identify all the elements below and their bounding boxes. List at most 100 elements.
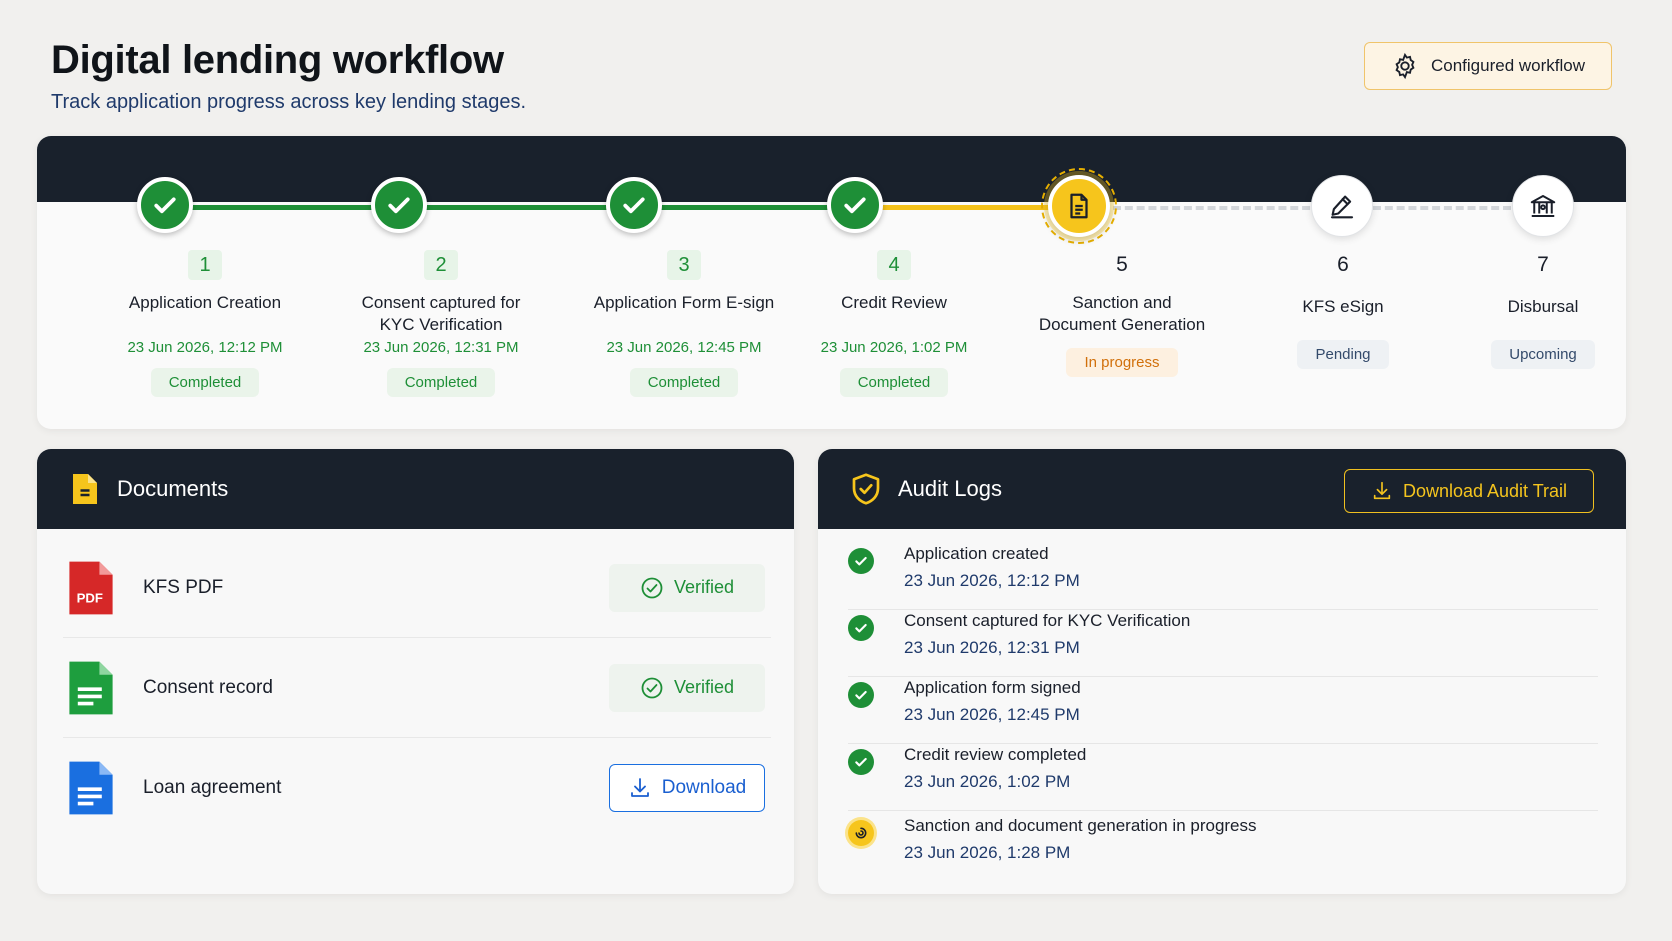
step-title: Application Creation <box>128 293 282 312</box>
document-name: Consent record <box>143 676 273 698</box>
log-title: Application created <box>904 544 1049 563</box>
step-7-node[interactable] <box>1512 175 1574 237</box>
documents-header: Documents <box>37 449 794 529</box>
step-title: Credit Review <box>841 293 947 312</box>
check-icon <box>855 556 867 566</box>
step-number: 3 <box>667 250 701 280</box>
step-number: 2 <box>424 250 458 280</box>
step-6-node[interactable] <box>1311 175 1373 237</box>
audit-log-item: Application created 23 Jun 2026, 12:12 P… <box>848 544 1598 610</box>
step-title: Consent captured for KYC Verification <box>361 293 521 334</box>
status-badge: Pending <box>1297 340 1389 369</box>
document-row-kfs-pdf: PDF KFS PDF Verified <box>63 538 771 638</box>
documents-title: Documents <box>117 476 229 501</box>
check-icon <box>154 197 176 214</box>
track-completed <box>165 205 855 210</box>
document-folder-icon <box>73 474 97 504</box>
pen-sign-icon <box>1330 195 1354 219</box>
log-status-dot <box>848 615 874 641</box>
check-icon <box>855 690 867 700</box>
status-badge: Upcoming <box>1491 340 1595 369</box>
audit-log-item: Application form signed 23 Jun 2026, 12:… <box>848 678 1598 744</box>
step-1-node[interactable] <box>137 177 193 233</box>
audit-log-item: Credit review completed 23 Jun 2026, 1:0… <box>848 745 1598 811</box>
configured-workflow-label: Configured workflow <box>1430 56 1585 75</box>
spinner-icon <box>855 827 867 839</box>
download-audit-trail-label: Download Audit Trail <box>1402 480 1568 501</box>
step-number: 1 <box>188 250 222 280</box>
step-title: Sanction and Document Generation <box>1038 293 1206 334</box>
check-circle-icon <box>641 677 663 698</box>
log-status-dot <box>848 820 874 846</box>
gear-icon <box>1395 52 1415 80</box>
doc-file-icon <box>69 761 113 815</box>
status-badge: Completed <box>629 368 739 397</box>
audit-log-item: Sanction and document generation in prog… <box>848 816 1598 882</box>
verified-label: Verified <box>673 677 735 697</box>
shield-check-icon <box>852 473 880 505</box>
check-icon <box>855 757 867 767</box>
check-icon <box>844 197 866 214</box>
documents-panel: Documents PDF KFS PDF Verified Consent r… <box>37 449 794 894</box>
step-1: 1 Application Creation 23 Jun 2026, 12:1… <box>105 250 305 397</box>
log-title: Sanction and document generation in prog… <box>904 816 1257 835</box>
page-title: Digital lending workflow <box>51 38 504 82</box>
step-7: 7 Disbursal Upcoming <box>1443 250 1626 369</box>
log-status-dot <box>848 682 874 708</box>
download-loan-agreement-button[interactable]: Download <box>609 764 765 812</box>
document-row-consent-record: Consent record Verified <box>63 638 771 738</box>
audit-logs-title: Audit Logs <box>898 476 1002 501</box>
verified-label: Verified <box>673 577 735 597</box>
audit-logs-panel: Audit Logs Download Audit Trail Applicat… <box>818 449 1626 894</box>
document-icon <box>1070 193 1088 219</box>
step-4-node[interactable] <box>827 177 883 233</box>
step-number: 7 <box>1537 253 1549 276</box>
step-6: 6 KFS eSign Pending <box>1243 250 1443 369</box>
log-status-dot <box>848 749 874 775</box>
verified-badge: Verified <box>609 563 765 612</box>
step-3-node[interactable] <box>606 177 662 233</box>
log-status-dot <box>848 548 874 574</box>
status-badge: Completed <box>839 368 949 397</box>
step-5-node[interactable] <box>1048 175 1110 237</box>
step-time: 23 Jun 2026, 12:12 PM <box>127 339 283 356</box>
log-time: 23 Jun 2026, 1:28 PM <box>904 843 1071 862</box>
log-title: Consent captured for KYC Verification <box>904 611 1191 630</box>
step-time: 23 Jun 2026, 12:31 PM <box>363 339 519 356</box>
document-row-loan-agreement: Loan agreement Download <box>63 738 771 838</box>
check-icon <box>388 197 410 214</box>
step-5: 5 Sanction and Document Generation In pr… <box>1017 250 1227 377</box>
audit-logs-header: Audit Logs Download Audit Trail <box>818 449 1626 529</box>
document-name: Loan agreement <box>143 777 282 798</box>
download-icon <box>630 778 649 797</box>
step-2: 2 Consent captured for KYC Verification … <box>341 250 541 397</box>
download-icon <box>1373 481 1391 500</box>
svg-text:PDF: PDF <box>77 590 103 605</box>
log-time: 23 Jun 2026, 12:45 PM <box>904 705 1080 724</box>
check-icon <box>855 623 867 633</box>
sheet-file-icon <box>69 661 113 714</box>
step-2-node[interactable] <box>371 177 427 233</box>
page-subtitle: Track application progress across key le… <box>51 91 527 113</box>
log-time: 23 Jun 2026, 1:02 PM <box>904 772 1071 791</box>
step-4: 4 Credit Review 23 Jun 2026, 1:02 PM Com… <box>794 250 994 397</box>
configured-workflow-button[interactable]: Configured workflow <box>1364 42 1612 90</box>
download-audit-trail-button[interactable]: Download Audit Trail <box>1344 469 1594 513</box>
step-number: 4 <box>877 250 911 280</box>
download-label: Download <box>661 777 747 798</box>
step-title: Disbursal <box>1507 297 1579 316</box>
status-badge: Completed <box>386 368 496 397</box>
status-badge: Completed <box>150 368 260 397</box>
check-circle-icon <box>641 577 663 598</box>
step-title: Application Form E-sign <box>593 293 775 312</box>
step-title: KFS eSign <box>1302 297 1384 316</box>
workflow-stepper: 1 Application Creation 23 Jun 2026, 12:1… <box>37 136 1626 429</box>
page-header: Digital lending workflow Track applicati… <box>51 38 526 114</box>
step-3: 3 Application Form E-sign 23 Jun 2026, 1… <box>571 250 797 397</box>
log-title: Application form signed <box>904 678 1081 697</box>
document-name: KFS PDF <box>143 576 224 598</box>
log-title: Credit review completed <box>904 745 1087 764</box>
check-icon <box>623 197 645 214</box>
step-time: 23 Jun 2026, 12:45 PM <box>606 339 762 356</box>
status-badge: In progress <box>1066 348 1178 377</box>
